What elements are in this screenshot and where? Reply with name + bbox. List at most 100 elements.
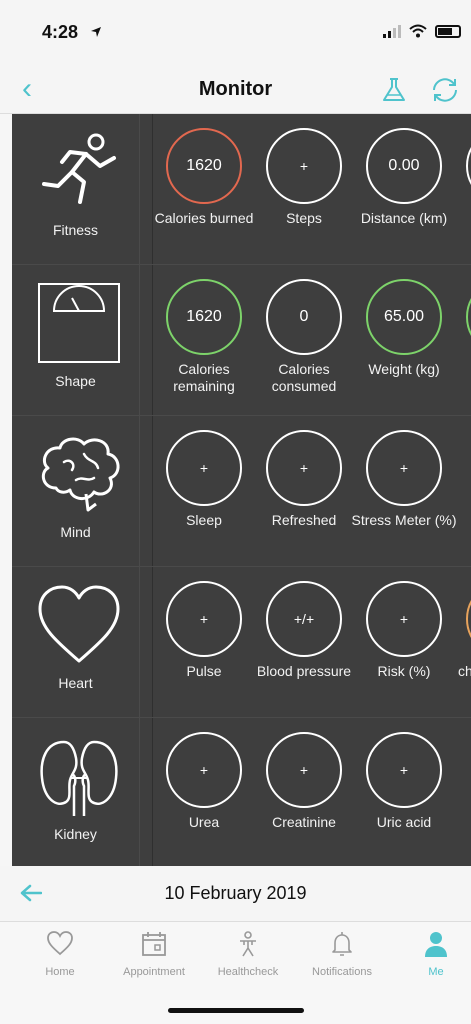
metric-value: + bbox=[166, 430, 242, 506]
metric-label: Creatinine bbox=[272, 814, 336, 830]
metric-value: 0 bbox=[266, 279, 342, 355]
metric-steps[interactable]: + Steps bbox=[254, 114, 354, 264]
bell-icon bbox=[332, 932, 352, 956]
metric-value: 1620 bbox=[166, 128, 242, 204]
heart-outline-icon bbox=[47, 931, 73, 956]
metric-risk[interactable]: + Risk (%) bbox=[354, 567, 454, 717]
row-heart: Heart + Pulse +/+ Blood pressure + Risk … bbox=[12, 567, 471, 717]
metric-label: Refreshed bbox=[271, 512, 337, 528]
category-label: Mind bbox=[60, 524, 91, 540]
category-label: Kidney bbox=[54, 826, 97, 842]
metric-value-partial bbox=[466, 279, 471, 355]
location-arrow-icon bbox=[91, 27, 101, 37]
monitor-grid: Fitness 1620 Calories burned + Steps 0.0… bbox=[12, 114, 471, 866]
brain-icon bbox=[41, 437, 120, 512]
row-shape: Shape 1620 Calories remaining 0 Calories… bbox=[12, 265, 471, 415]
metric-weight[interactable]: 65.00 Weight (kg) bbox=[354, 265, 454, 415]
status-time: 4:28 bbox=[42, 22, 79, 42]
metric-value: + bbox=[266, 430, 342, 506]
category-shape[interactable]: Shape bbox=[12, 265, 139, 415]
metric-label: Urea bbox=[188, 814, 220, 830]
nav-bar: ‹ Monitor bbox=[0, 66, 471, 114]
category-label: Fitness bbox=[52, 222, 99, 238]
category-fitness[interactable]: Fitness bbox=[12, 114, 139, 264]
metric-value: +/+ bbox=[266, 581, 342, 657]
metric-creatinine[interactable]: + Creatinine bbox=[254, 718, 354, 866]
metric-label: Risk (%) bbox=[377, 663, 431, 679]
category-kidney[interactable]: Kidney bbox=[12, 718, 139, 866]
heart-icon bbox=[38, 585, 120, 663]
tab-appointment[interactable]: Appointment bbox=[106, 930, 202, 990]
metric-distance[interactable]: 0.00 Distance (km) bbox=[354, 114, 454, 264]
metric-refreshed[interactable]: + Refreshed bbox=[254, 416, 354, 566]
date-bar: 10 February 2019 bbox=[0, 866, 471, 922]
metric-stress-meter[interactable]: + Stress Meter (%) bbox=[351, 416, 457, 566]
metric-label: Sleep bbox=[186, 512, 222, 528]
metric-label: Uric acid bbox=[376, 814, 432, 830]
metric-blood-pressure[interactable]: +/+ Blood pressure bbox=[254, 567, 354, 717]
metric-value: + bbox=[166, 732, 242, 808]
metric-value-partial bbox=[466, 581, 471, 657]
tab-label: Healthcheck bbox=[217, 966, 279, 978]
metric-value: 0.00 bbox=[366, 128, 442, 204]
flask-icon[interactable] bbox=[380, 76, 408, 104]
metric-partial[interactable] bbox=[454, 265, 471, 415]
metric-label: Weight (kg) bbox=[368, 361, 440, 377]
metric-label: Stress Meter (%) bbox=[351, 512, 457, 528]
metric-value: 1620 bbox=[166, 279, 242, 355]
metric-value: + bbox=[366, 581, 442, 657]
metric-cholesterol-partial[interactable]: ch bbox=[454, 567, 471, 717]
battery-icon bbox=[435, 24, 461, 38]
metric-label: Calories remaining bbox=[173, 361, 235, 394]
tab-notifications[interactable]: Notifications bbox=[294, 930, 390, 990]
metric-label: ch bbox=[458, 663, 471, 679]
person-icon bbox=[240, 931, 256, 957]
metric-value: + bbox=[366, 430, 442, 506]
metric-value-partial bbox=[466, 128, 471, 204]
home-indicator bbox=[168, 1008, 304, 1013]
tab-me[interactable]: Me bbox=[388, 930, 471, 990]
scale-icon bbox=[38, 283, 120, 363]
tab-healthcheck[interactable]: Healthcheck bbox=[200, 930, 296, 990]
tab-label: Appointment bbox=[123, 966, 185, 978]
metric-calories-remaining[interactable]: 1620 Calories remaining bbox=[154, 265, 254, 415]
category-heart[interactable]: Heart bbox=[12, 567, 139, 717]
category-label: Heart bbox=[58, 675, 93, 691]
metric-label: Calories burned bbox=[154, 210, 254, 226]
metric-calories-burned[interactable]: 1620 Calories burned bbox=[154, 114, 254, 264]
metric-sleep[interactable]: + Sleep bbox=[154, 416, 254, 566]
metric-partial[interactable] bbox=[454, 114, 471, 264]
tab-home[interactable]: Home bbox=[12, 930, 108, 990]
metric-label: Calories consumed bbox=[271, 361, 337, 394]
metric-urea[interactable]: + Urea bbox=[154, 718, 254, 866]
status-bar: 4:28 bbox=[0, 0, 471, 66]
metric-value: + bbox=[266, 128, 342, 204]
category-label: Shape bbox=[55, 373, 96, 389]
runner-icon bbox=[42, 133, 116, 204]
tab-label: Home bbox=[45, 966, 75, 978]
kidney-icon bbox=[40, 740, 118, 816]
tab-label: Notifications bbox=[312, 966, 372, 978]
metric-pulse[interactable]: + Pulse bbox=[154, 567, 254, 717]
wifi-icon bbox=[409, 24, 427, 38]
metric-value: + bbox=[366, 732, 442, 808]
metric-value: + bbox=[266, 732, 342, 808]
metric-value: 65.00 bbox=[366, 279, 442, 355]
user-icon bbox=[425, 932, 447, 957]
sync-icon[interactable] bbox=[428, 76, 462, 104]
metric-label: Pulse bbox=[186, 663, 222, 679]
metric-label: Blood pressure bbox=[256, 663, 352, 679]
metric-uric-acid[interactable]: + Uric acid bbox=[354, 718, 454, 866]
metric-label: Distance (km) bbox=[360, 210, 448, 226]
metric-value: + bbox=[166, 581, 242, 657]
tab-label: Me bbox=[428, 966, 444, 978]
calendar-icon bbox=[142, 932, 166, 956]
cellular-signal-icon bbox=[383, 24, 401, 38]
metric-label: Steps bbox=[286, 210, 322, 226]
row-mind: Mind + Sleep + Refreshed + Stress Meter … bbox=[12, 416, 471, 566]
selected-date[interactable]: 10 February 2019 bbox=[0, 883, 471, 904]
row-fitness: Fitness 1620 Calories burned + Steps 0.0… bbox=[12, 114, 471, 264]
category-mind[interactable]: Mind bbox=[12, 416, 139, 566]
row-kidney: Kidney + Urea + Creatinine + Uric acid bbox=[12, 718, 471, 866]
metric-calories-consumed[interactable]: 0 Calories consumed bbox=[254, 265, 354, 415]
